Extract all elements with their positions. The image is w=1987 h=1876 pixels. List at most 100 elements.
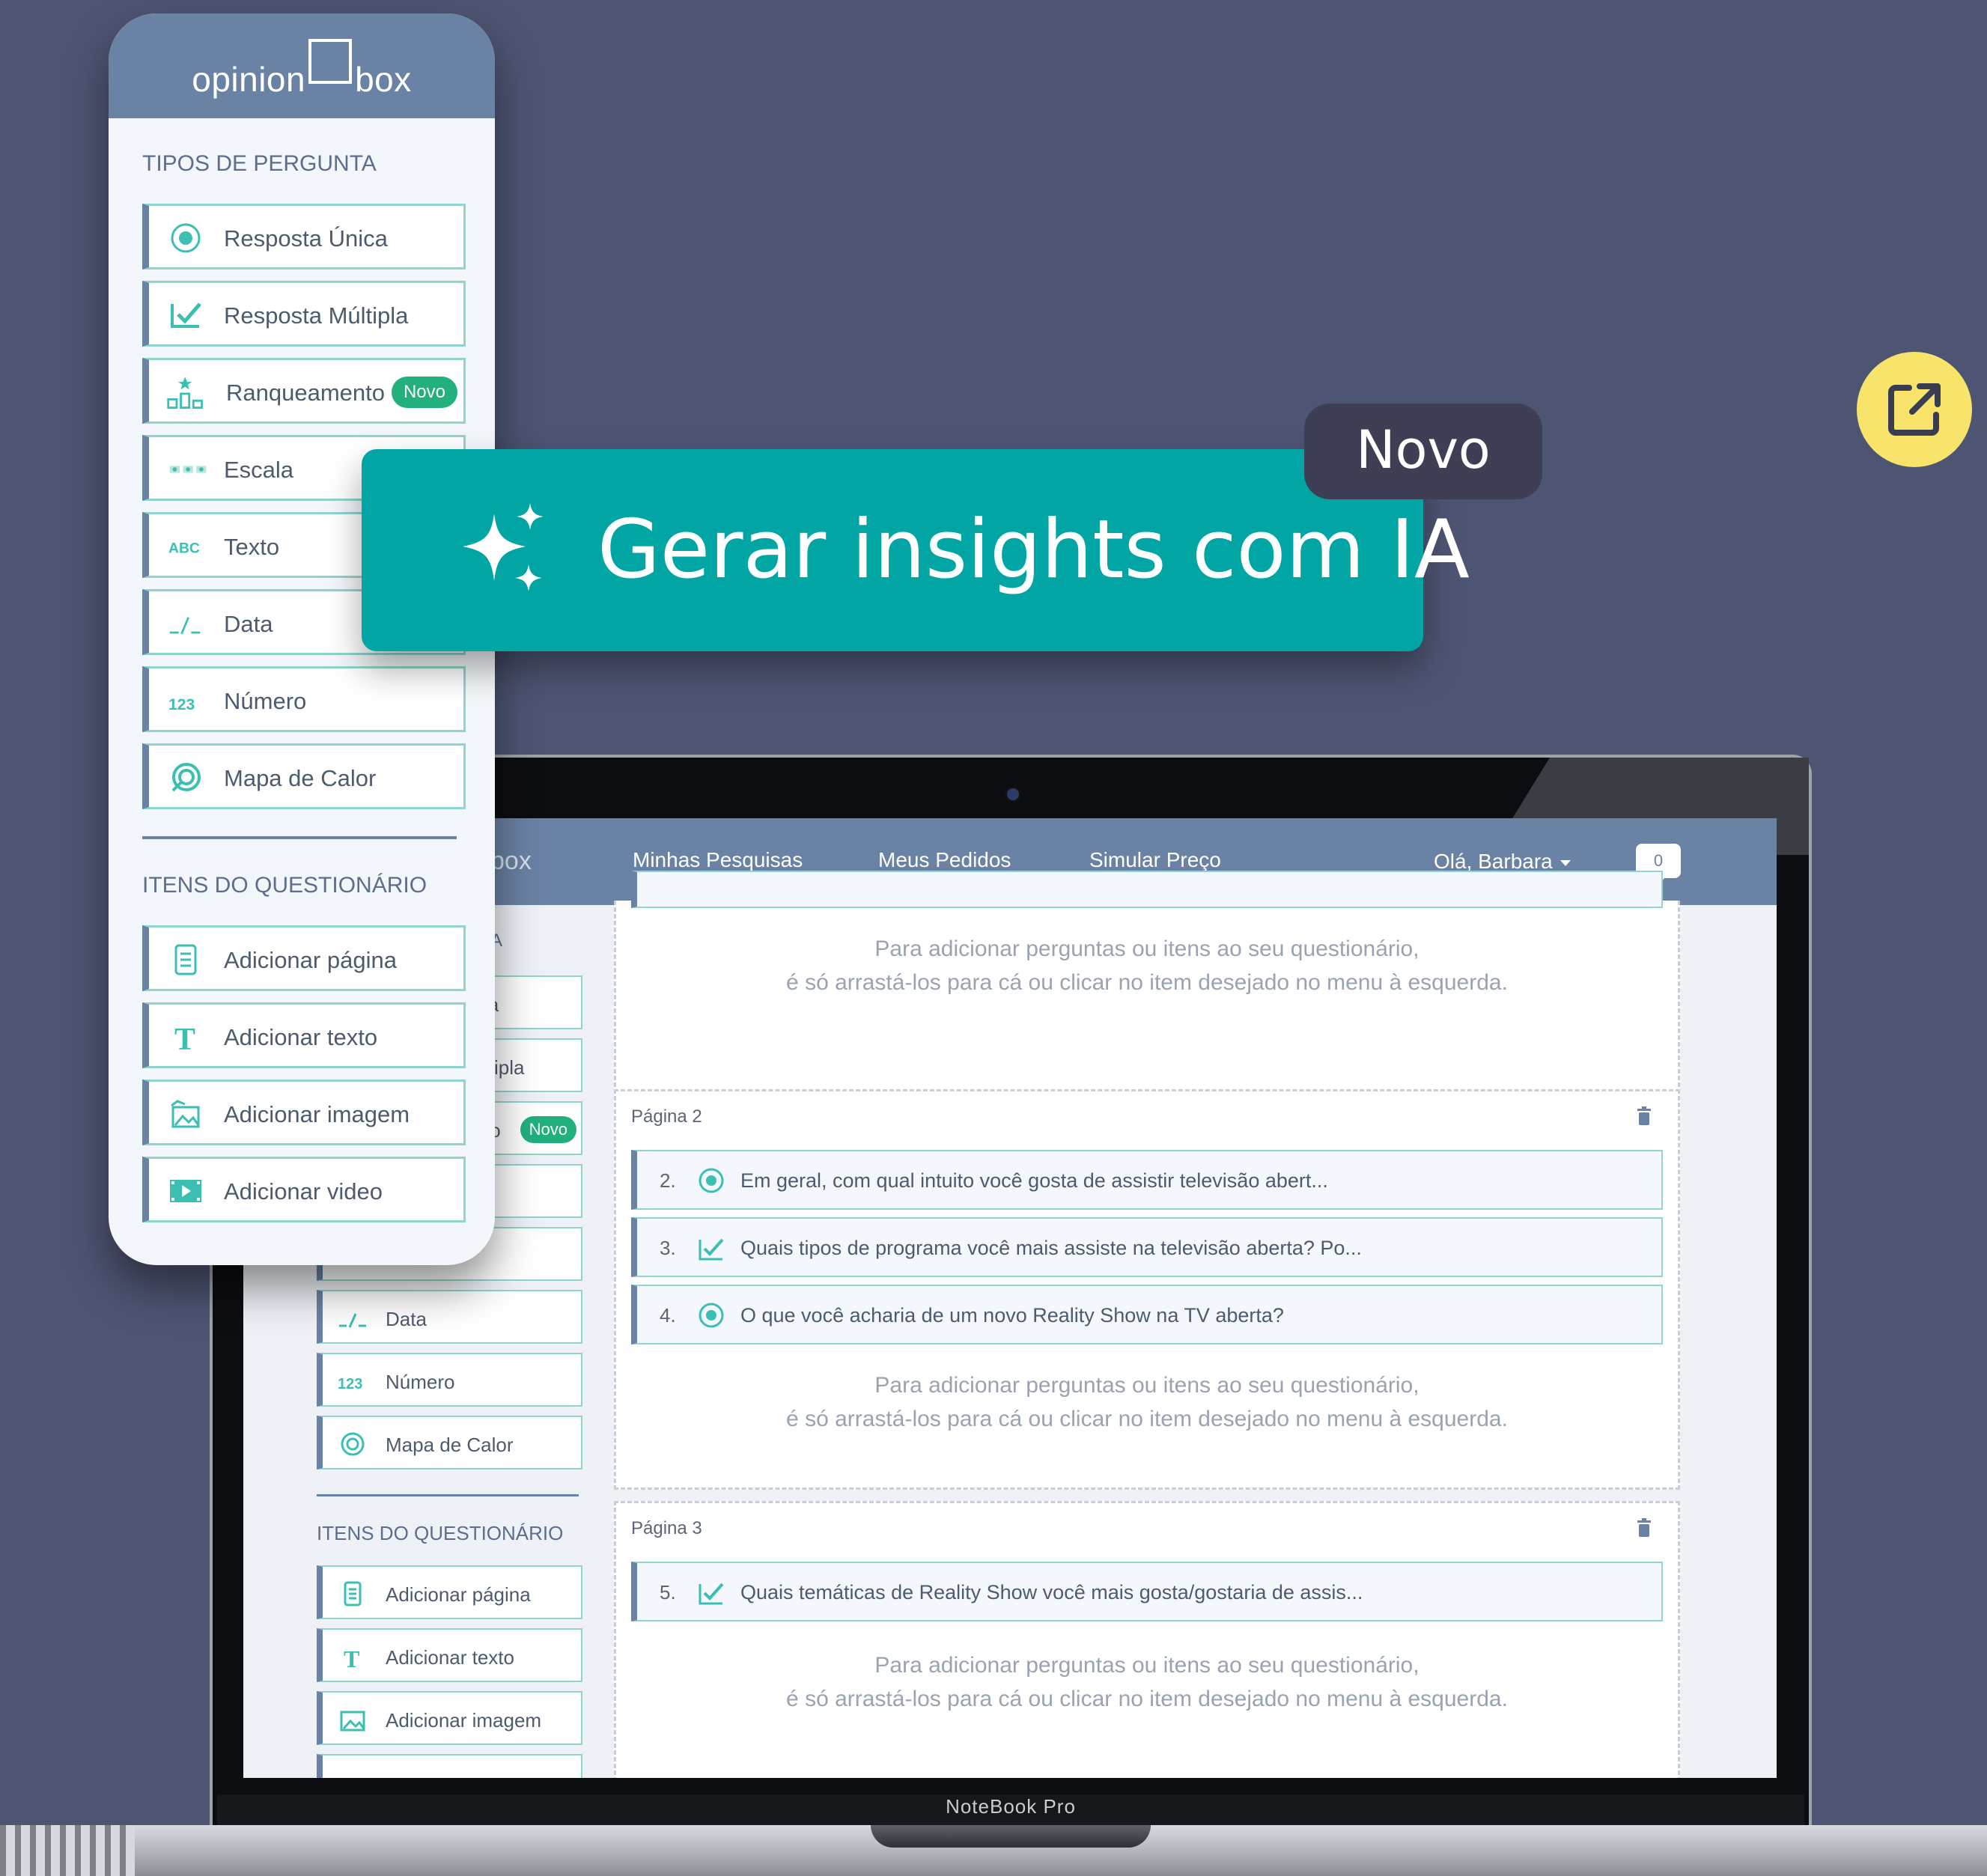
laptop-base-vents bbox=[0, 1825, 135, 1876]
panel-item-label: Resposta Única bbox=[224, 225, 388, 252]
svg-text:T: T bbox=[344, 1645, 359, 1670]
checkbox-icon bbox=[699, 1238, 724, 1261]
checkbox-icon bbox=[699, 1583, 724, 1605]
svg-text:ABC: ABC bbox=[168, 540, 200, 556]
sidebar-item-partial-6[interactable] bbox=[317, 1754, 582, 1778]
panel-item-adicionar-imagem[interactable]: Adicionar imagem bbox=[142, 1079, 466, 1145]
panel-item-adicionar-video[interactable]: Adicionar video bbox=[142, 1157, 466, 1222]
panel-item-resposta-unica[interactable]: Resposta Única bbox=[142, 204, 466, 269]
sidebar-items-heading: ITENS DO QUESTIONÁRIO bbox=[317, 1522, 564, 1544]
external-link-icon bbox=[1888, 383, 1941, 436]
question-number: 5. bbox=[660, 1581, 676, 1604]
sidebar-item-numero[interactable]: 123 Número bbox=[317, 1353, 582, 1407]
panel-header: opinion box bbox=[109, 13, 495, 118]
drop-hint-line-2: é só arrastá-los para cá ou clicar no it… bbox=[786, 1407, 1508, 1431]
drop-hint: Para adicionar perguntas ou itens ao seu… bbox=[616, 1648, 1678, 1716]
number-icon: 123 bbox=[338, 1376, 362, 1392]
drop-hint-line-1: Para adicionar perguntas ou itens ao seu… bbox=[874, 1373, 1419, 1398]
opinion-box-logo: opinion box bbox=[109, 39, 495, 100]
trash-icon[interactable] bbox=[1636, 1518, 1652, 1538]
date-icon bbox=[339, 1313, 366, 1328]
image-icon bbox=[171, 1100, 200, 1128]
heatmap-icon bbox=[341, 1432, 365, 1456]
sidebar-item-label: Mapa de Calor bbox=[386, 1434, 514, 1456]
page-box-3: Página 3 5. Quais temáticas de Reality S… bbox=[614, 1501, 1680, 1778]
drop-hint-line-1: Para adicionar perguntas ou itens ao seu… bbox=[874, 937, 1419, 961]
number-icon: 123 bbox=[168, 696, 195, 713]
question-row[interactable]: 5. Quais temáticas de Reality Show você … bbox=[631, 1562, 1663, 1621]
nav-link-meus-pedidos[interactable]: Meus Pedidos bbox=[878, 848, 1011, 872]
question-text: Em geral, com qual intuito você gosta de… bbox=[740, 1169, 1328, 1192]
panel-item-numero[interactable]: 123 Número bbox=[142, 666, 466, 732]
novo-tag: Novo bbox=[1304, 403, 1542, 499]
generate-insights-button[interactable]: Gerar insights com IA bbox=[362, 449, 1470, 651]
novo-badge: Novo bbox=[391, 377, 457, 408]
question-number: 3. bbox=[660, 1237, 676, 1259]
panel-item-adicionar-pagina[interactable]: Adicionar página bbox=[142, 925, 466, 991]
sidebar-item-adicionar-texto[interactable]: T Adicionar texto bbox=[317, 1628, 582, 1682]
drop-hint: Para adicionar perguntas ou itens ao seu… bbox=[616, 932, 1678, 999]
trash-icon[interactable] bbox=[1636, 1106, 1652, 1126]
panel-item-label: Resposta Múltipla bbox=[224, 302, 409, 329]
sidebar-item-label: Adicionar imagem bbox=[386, 1709, 542, 1732]
nav-link-minhas-pesquisas[interactable]: Minhas Pesquisas bbox=[633, 848, 803, 872]
question-row[interactable]: 4. O que você acharia de um novo Reality… bbox=[631, 1285, 1663, 1344]
question-number: 2. bbox=[660, 1169, 676, 1192]
radio-icon bbox=[699, 1168, 724, 1193]
panel-item-label: Adicionar imagem bbox=[224, 1101, 410, 1127]
panel-item-label: Data bbox=[224, 611, 273, 637]
image-icon bbox=[340, 1711, 365, 1732]
question-number: 4. bbox=[660, 1304, 676, 1327]
generate-insights-label: Gerar insights com IA bbox=[597, 503, 1470, 597]
sidebar-item-data[interactable]: Data bbox=[317, 1290, 582, 1344]
sidebar-item-mapa-de-calor[interactable]: Mapa de Calor bbox=[317, 1416, 582, 1470]
radio-icon bbox=[699, 1303, 724, 1328]
laptop-brand-label: NoteBook Pro bbox=[946, 1795, 1076, 1818]
question-types-heading: TIPOS DE PERGUNTA bbox=[142, 151, 377, 176]
nav-logo: box bbox=[490, 847, 532, 875]
panel-item-label: Adicionar video bbox=[224, 1178, 383, 1205]
question-row[interactable]: 2. Em geral, com qual intuito você gosta… bbox=[631, 1150, 1663, 1210]
nav-link-simular-preco[interactable]: Simular Preço bbox=[1089, 848, 1221, 872]
sidebar-item-label: Data bbox=[386, 1308, 427, 1330]
svg-text:T: T bbox=[174, 1023, 195, 1053]
drop-hint: Para adicionar perguntas ou itens ao seu… bbox=[616, 1368, 1678, 1436]
user-greeting: Olá, Barbara bbox=[1434, 850, 1553, 873]
logo-word-right: box bbox=[355, 60, 412, 99]
scale-icon bbox=[169, 466, 207, 473]
question-text: Quais temáticas de Reality Show você mai… bbox=[740, 1581, 1363, 1604]
page-title: Página 2 bbox=[631, 1106, 702, 1127]
sparkles-icon bbox=[463, 503, 544, 591]
logo-word-left: opinion bbox=[192, 60, 306, 99]
page-box-2: Página 2 2. Em geral, com qual intuito v… bbox=[614, 1089, 1680, 1490]
panel-item-mapa-de-calor[interactable]: Mapa de Calor bbox=[142, 743, 466, 809]
logo-box-mark bbox=[308, 39, 353, 84]
svg-text:123: 123 bbox=[338, 1376, 362, 1392]
sidebar-item-adicionar-pagina[interactable]: Adicionar página bbox=[317, 1565, 582, 1619]
panel-item-adicionar-texto[interactable]: T Adicionar texto bbox=[142, 1002, 466, 1068]
question-row[interactable]: 3. Quais tipos de programa você mais ass… bbox=[631, 1217, 1663, 1277]
caret-down-icon bbox=[1560, 859, 1571, 866]
sidebar-item-adicionar-imagem[interactable]: Adicionar imagem bbox=[317, 1691, 582, 1745]
drop-hint-line-2: é só arrastá-los para cá ou clicar no it… bbox=[786, 970, 1508, 995]
page-icon bbox=[344, 1581, 362, 1607]
page-icon bbox=[174, 944, 197, 975]
date-icon bbox=[169, 617, 201, 635]
panel-item-resposta-multipla[interactable]: Resposta Múltipla bbox=[142, 281, 466, 347]
question-row-partial[interactable] bbox=[631, 871, 1663, 908]
text-icon: T bbox=[174, 1023, 195, 1053]
radio-icon bbox=[171, 223, 201, 253]
ranking-icon bbox=[167, 377, 203, 409]
panel-divider bbox=[142, 836, 457, 839]
question-text: Quais tipos de programa você mais assist… bbox=[740, 1237, 1362, 1259]
sidebar-divider bbox=[317, 1494, 579, 1496]
panel-item-label: Escala bbox=[224, 457, 294, 483]
panel-item-label: Número bbox=[224, 688, 307, 714]
panel-item-label: Adicionar página bbox=[224, 947, 397, 973]
checkbox-icon bbox=[171, 302, 201, 328]
open-external-button[interactable] bbox=[1857, 352, 1972, 467]
panel-item-ranqueamento[interactable]: Ranqueamento Novo bbox=[142, 358, 466, 424]
panel-item-label: Texto bbox=[224, 534, 280, 560]
sidebar-item-label: Número bbox=[386, 1371, 455, 1393]
panel-item-label: Adicionar texto bbox=[224, 1024, 378, 1050]
